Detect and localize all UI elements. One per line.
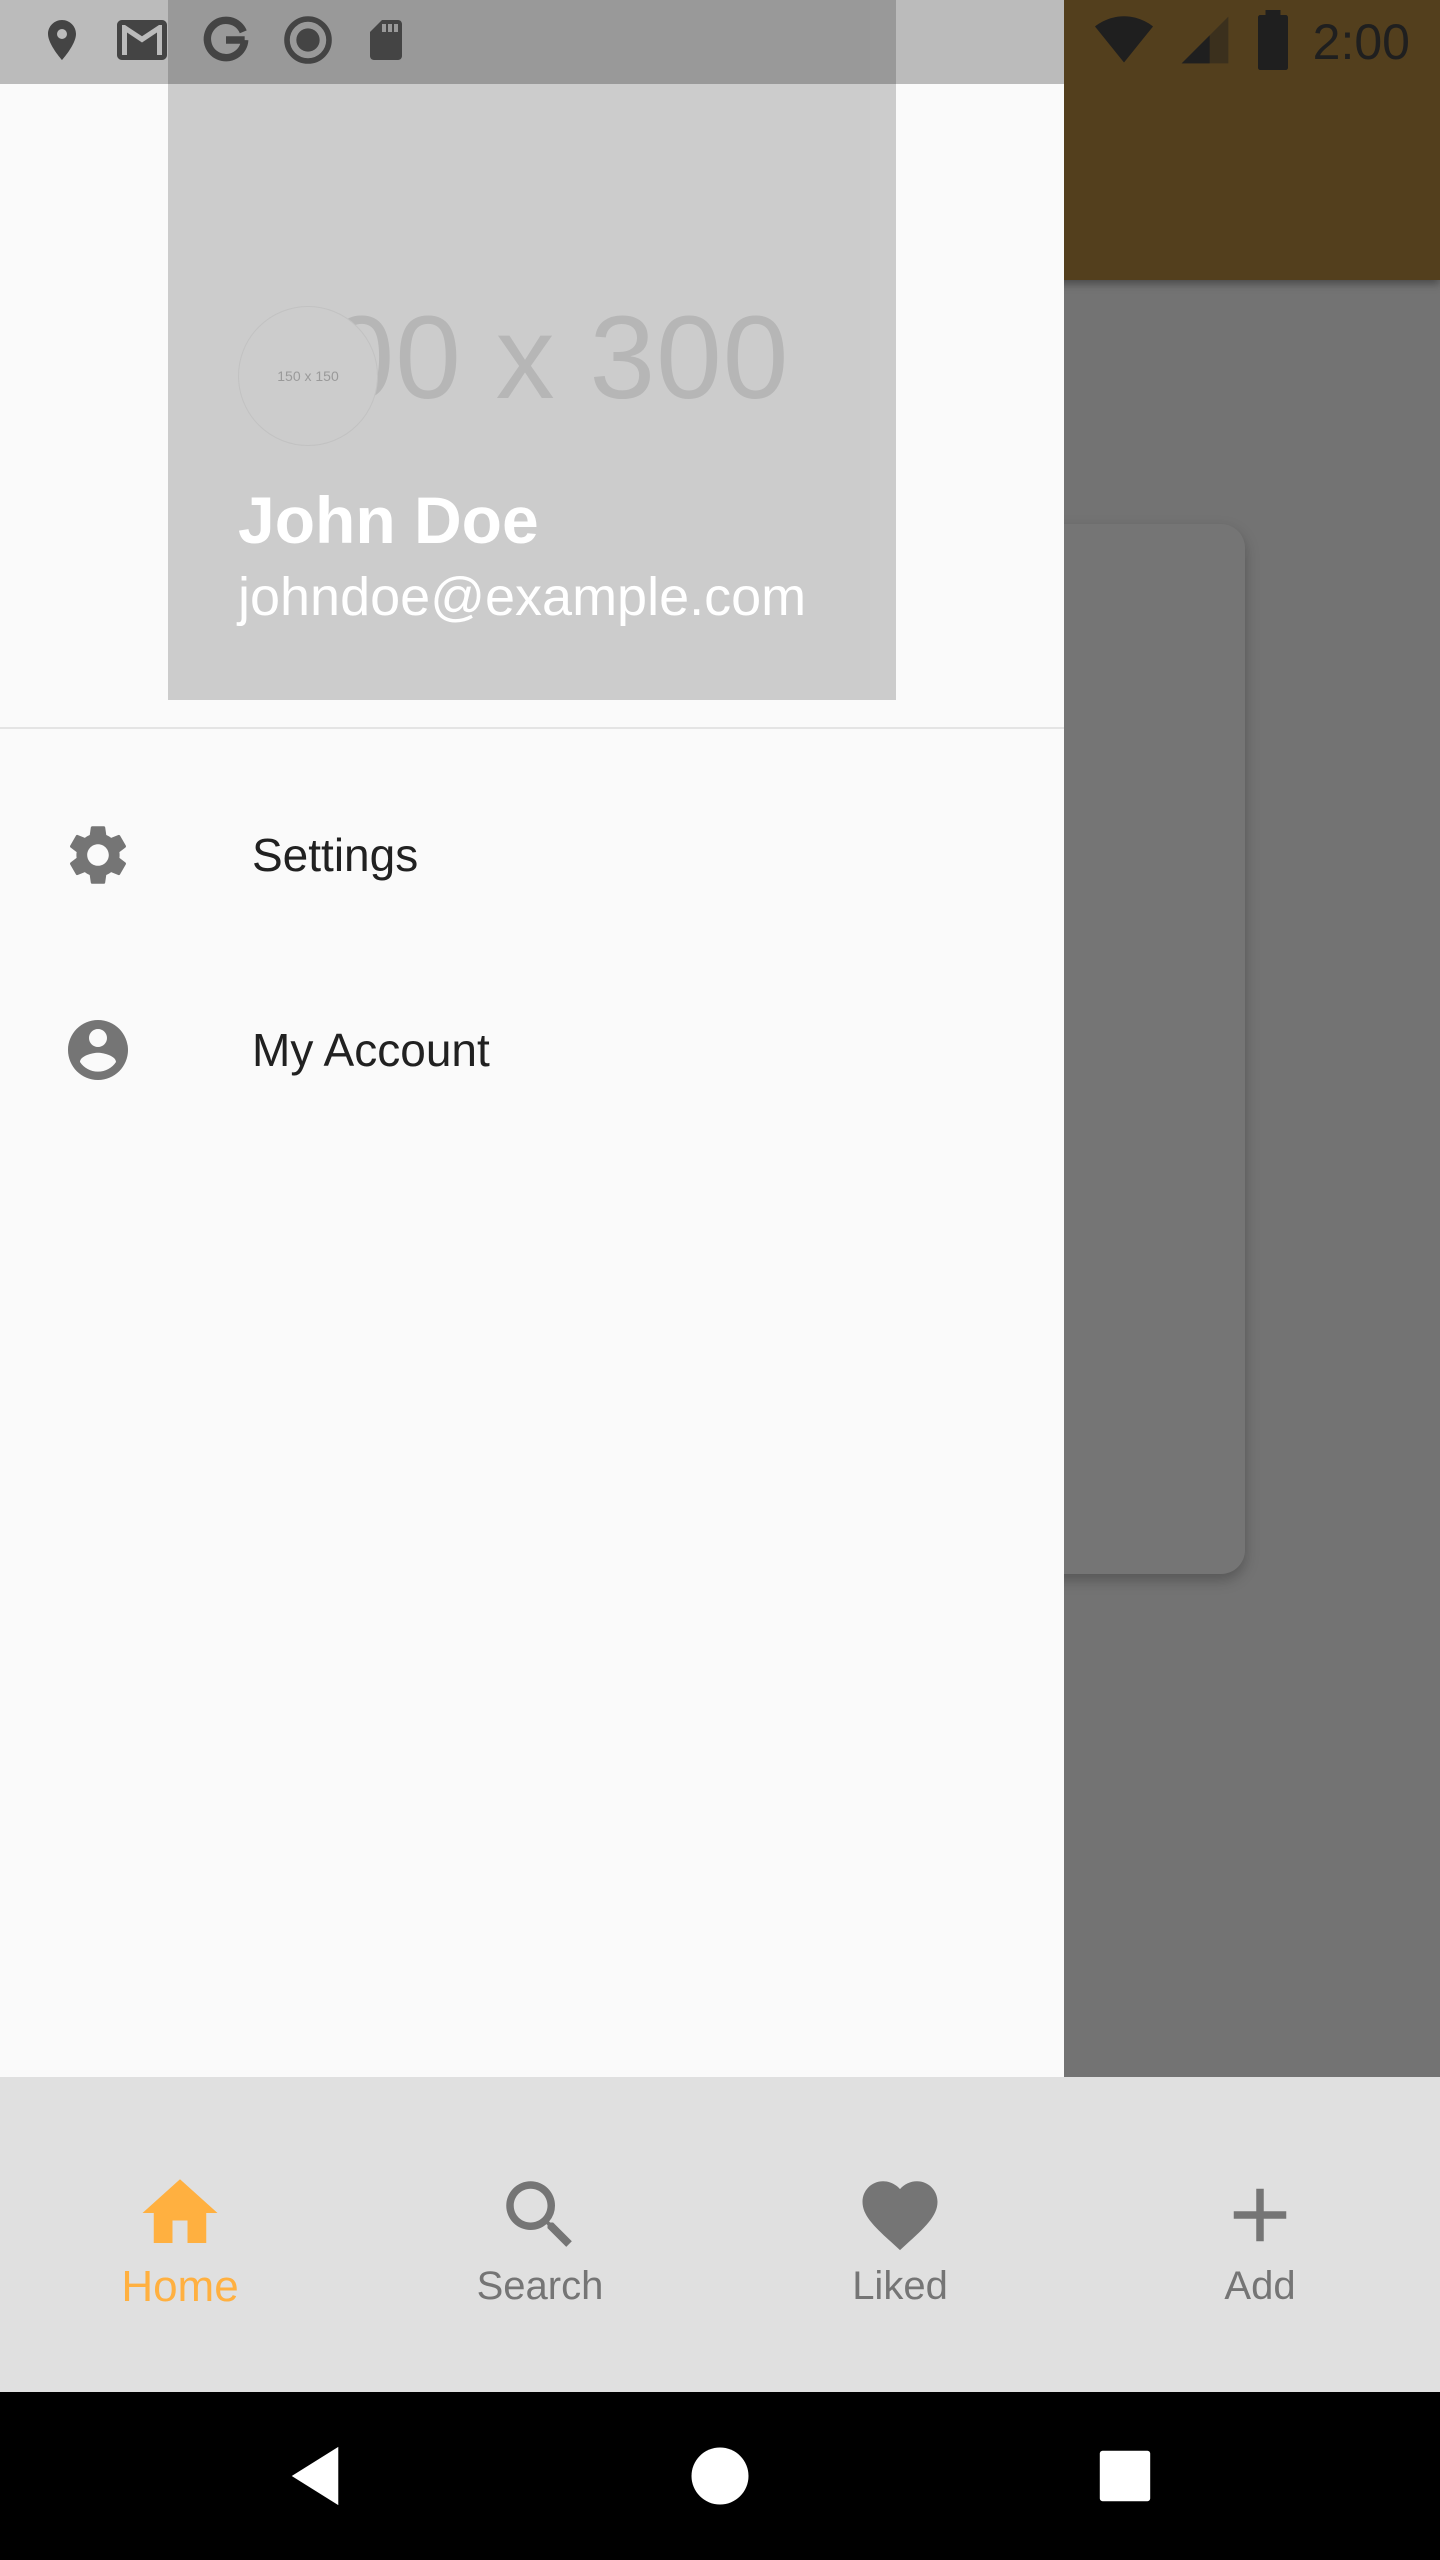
- home-icon: [135, 2168, 225, 2258]
- navigation-drawer: 600 x 300 150 x 150 John Doe johndoe@exa…: [0, 0, 1064, 2077]
- plus-icon: [1215, 2170, 1305, 2260]
- record-icon: [280, 10, 336, 75]
- nav-label: Add: [1224, 2264, 1296, 2308]
- drawer-divider: [0, 727, 1064, 729]
- search-icon: [495, 2170, 585, 2260]
- nav-item-add[interactable]: Add: [1080, 2077, 1440, 2392]
- overview-icon[interactable]: [1085, 2436, 1165, 2516]
- drawer-item-label: Settings: [252, 829, 419, 881]
- home-button-icon[interactable]: [680, 2436, 760, 2516]
- status-bar: 2:00: [0, 0, 1440, 84]
- nav-item-search[interactable]: Search: [360, 2077, 720, 2392]
- nav-label: Search: [476, 2264, 604, 2308]
- nav-item-home[interactable]: Home: [0, 2077, 360, 2392]
- drawer-item-my-account[interactable]: My Account: [0, 955, 1064, 1145]
- user-email: johndoe@example.com: [238, 567, 807, 627]
- bottom-navigation: Home Search Liked Add: [0, 2077, 1440, 2392]
- google-icon: [198, 10, 254, 75]
- back-icon[interactable]: [275, 2436, 355, 2516]
- drawer-item-settings[interactable]: Settings: [0, 760, 1064, 950]
- account-circle-icon: [62, 1014, 134, 1086]
- nav-label: Liked: [852, 2264, 948, 2308]
- avatar[interactable]: 150 x 150: [238, 306, 378, 446]
- wifi-icon: [1091, 10, 1157, 75]
- avatar-placeholder-text: 150 x 150: [277, 368, 339, 384]
- gear-icon: [62, 819, 134, 891]
- signal-icon: [1177, 10, 1233, 75]
- system-navigation-bar: [0, 2392, 1440, 2560]
- nav-label: Home: [121, 2261, 239, 2311]
- sd-card-icon: [362, 10, 410, 75]
- nav-item-liked[interactable]: Liked: [720, 2077, 1080, 2392]
- heart-icon: [855, 2170, 945, 2260]
- battery-icon: [1253, 9, 1293, 75]
- location-icon: [38, 10, 86, 75]
- gmail-icon: [112, 10, 172, 75]
- status-clock: 2:00: [1312, 14, 1410, 70]
- user-name: John Doe: [238, 483, 539, 557]
- drawer-item-label: My Account: [252, 1024, 490, 1076]
